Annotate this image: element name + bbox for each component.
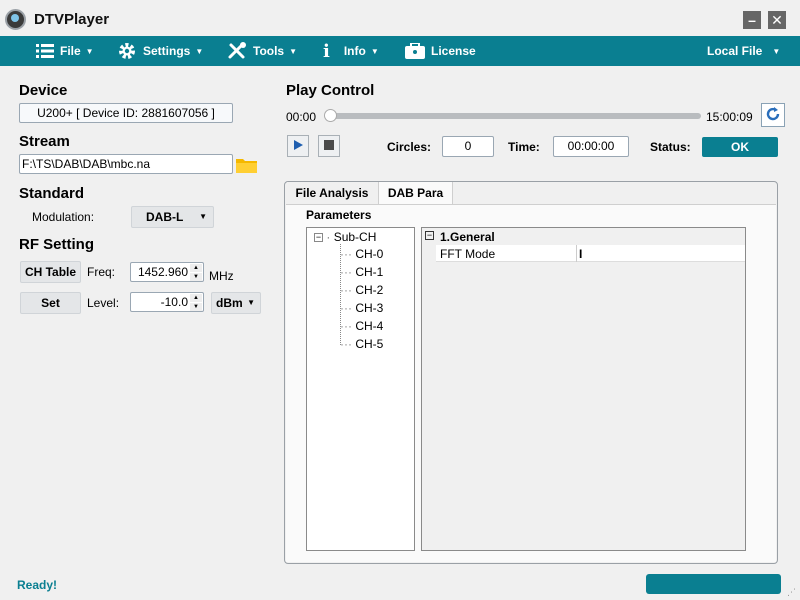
- spin-down-icon[interactable]: ▼: [190, 273, 202, 281]
- menu-tools-label: Tools: [253, 44, 285, 58]
- status-badge: OK: [702, 137, 778, 157]
- tree-node-ch4[interactable]: ··· CH-4: [340, 319, 383, 333]
- level-spinbox[interactable]: -10.0 ▲ ▼: [130, 292, 204, 312]
- window-title: DTVPlayer: [34, 11, 110, 28]
- app-logo-icon: [5, 9, 26, 30]
- gear-icon: [117, 41, 137, 61]
- tab-file-analysis[interactable]: File Analysis: [287, 182, 377, 204]
- modulation-label: Modulation:: [32, 210, 95, 224]
- menu-license-label: License: [431, 44, 476, 58]
- time-label: Time:: [508, 140, 540, 154]
- subchannel-tree[interactable]: − · Sub-CH ··· CH-0 ··· CH-1 ··· CH-2 ··…: [306, 227, 415, 551]
- minimize-icon: –: [748, 12, 756, 28]
- tools-icon: [227, 42, 247, 60]
- spin-down-icon[interactable]: ▼: [190, 303, 202, 311]
- menu-settings[interactable]: Settings ▼: [117, 36, 203, 66]
- grid-row-name: FFT Mode: [440, 247, 496, 261]
- tree-root-label: Sub-CH: [333, 230, 377, 244]
- minimize-button[interactable]: –: [743, 11, 761, 29]
- freq-value: 1452.960: [137, 265, 188, 279]
- list-icon: [36, 43, 54, 59]
- freq-spinbox[interactable]: 1452.960 ▲ ▼: [130, 262, 204, 282]
- grid-group-header[interactable]: − 1.General: [422, 228, 745, 245]
- info-icon: i: [323, 40, 330, 62]
- tree-node-ch5[interactable]: ··· CH-5: [340, 337, 383, 351]
- stop-button[interactable]: [318, 135, 340, 157]
- grid-group-title: 1.General: [440, 230, 495, 244]
- grid-row-fft-mode[interactable]: FFT Mode I: [422, 245, 745, 262]
- stop-icon: [324, 139, 334, 153]
- play-control-heading: Play Control: [286, 82, 375, 99]
- freq-label: Freq:: [87, 265, 116, 279]
- menu-tools[interactable]: Tools ▼: [227, 36, 297, 66]
- tab-dab-para[interactable]: DAB Para: [378, 182, 453, 204]
- tree-node-ch1[interactable]: ··· CH-1: [340, 265, 383, 279]
- set-button[interactable]: Set: [20, 292, 81, 314]
- chevron-down-icon: ▼: [370, 46, 379, 56]
- tree-root-node[interactable]: − · Sub-CH: [314, 230, 376, 244]
- status-progress-bar: [646, 574, 781, 594]
- time-field[interactable]: 00:00:00: [553, 136, 629, 157]
- spin-up-icon[interactable]: ▲: [190, 294, 202, 302]
- menu-info[interactable]: i Info ▼: [323, 36, 379, 66]
- level-unit-select[interactable]: dBm ▼: [211, 292, 261, 314]
- standard-heading: Standard: [19, 185, 85, 202]
- level-label: Level:: [87, 296, 120, 310]
- time-end: 15:00:09: [706, 110, 753, 124]
- status-text: Ready!: [17, 578, 58, 592]
- chevron-down-icon: ▼: [85, 46, 94, 56]
- grid-row-value: I: [579, 247, 583, 261]
- tree-node-ch2[interactable]: ··· CH-2: [340, 283, 383, 297]
- chevron-down-icon: ▼: [289, 46, 298, 56]
- modulation-select[interactable]: DAB-L ▼: [131, 206, 214, 228]
- menu-license[interactable]: License: [405, 36, 476, 66]
- parameters-heading: Parameters: [306, 208, 372, 222]
- folder-icon[interactable]: [236, 157, 257, 176]
- tree-node-ch0[interactable]: ··· CH-0: [340, 247, 383, 261]
- level-value: -10.0: [160, 295, 188, 309]
- play-button[interactable]: [287, 135, 309, 157]
- rf-setting-heading: RF Setting: [19, 236, 94, 253]
- status-label: Status:: [650, 140, 691, 154]
- stream-path-field[interactable]: F:\TS\DAB\DAB\mbc.na: [19, 154, 233, 174]
- chevron-down-icon: ▼: [772, 46, 781, 56]
- level-unit-value: dBm: [216, 296, 243, 310]
- time-start: 00:00: [286, 110, 317, 124]
- collapse-icon[interactable]: −: [314, 233, 323, 243]
- device-field[interactable]: U200+ [ Device ID: 2881607056 ]: [19, 103, 233, 123]
- refresh-button[interactable]: [761, 103, 785, 127]
- collapse-icon[interactable]: −: [425, 231, 434, 240]
- menu-settings-label: Settings: [143, 44, 191, 58]
- chevron-down-icon: ▼: [247, 298, 255, 307]
- stream-heading: Stream: [19, 133, 70, 150]
- circles-label: Circles:: [387, 140, 432, 154]
- ch-table-button[interactable]: CH Table: [20, 261, 81, 283]
- spin-up-icon[interactable]: ▲: [190, 264, 202, 272]
- menu-info-label: Info: [343, 44, 366, 58]
- device-heading: Device: [19, 82, 68, 99]
- tree-node-ch3[interactable]: ··· CH-3: [340, 301, 383, 315]
- menu-local-file-label: Local File: [707, 44, 763, 58]
- chevron-down-icon: ▼: [195, 46, 204, 56]
- property-grid[interactable]: − 1.General FFT Mode I: [421, 227, 746, 551]
- chevron-down-icon: ▼: [199, 212, 207, 221]
- refresh-icon: [765, 106, 781, 125]
- license-icon: [405, 43, 425, 59]
- resize-grip-icon[interactable]: ⋰: [787, 587, 796, 598]
- progress-slider-thumb[interactable]: [324, 109, 337, 122]
- close-button[interactable]: ✕: [768, 11, 786, 29]
- menu-local-file[interactable]: Local File ▼: [707, 36, 780, 66]
- close-icon: ✕: [771, 12, 783, 28]
- freq-unit: MHz: [209, 269, 234, 283]
- modulation-value: DAB-L: [146, 210, 184, 224]
- title-bar: [0, 0, 800, 36]
- circles-field[interactable]: 0: [442, 136, 494, 157]
- progress-slider[interactable]: [327, 113, 701, 119]
- play-icon: [292, 139, 304, 154]
- menu-file[interactable]: File ▼: [36, 36, 94, 66]
- menu-file-label: File: [60, 44, 81, 58]
